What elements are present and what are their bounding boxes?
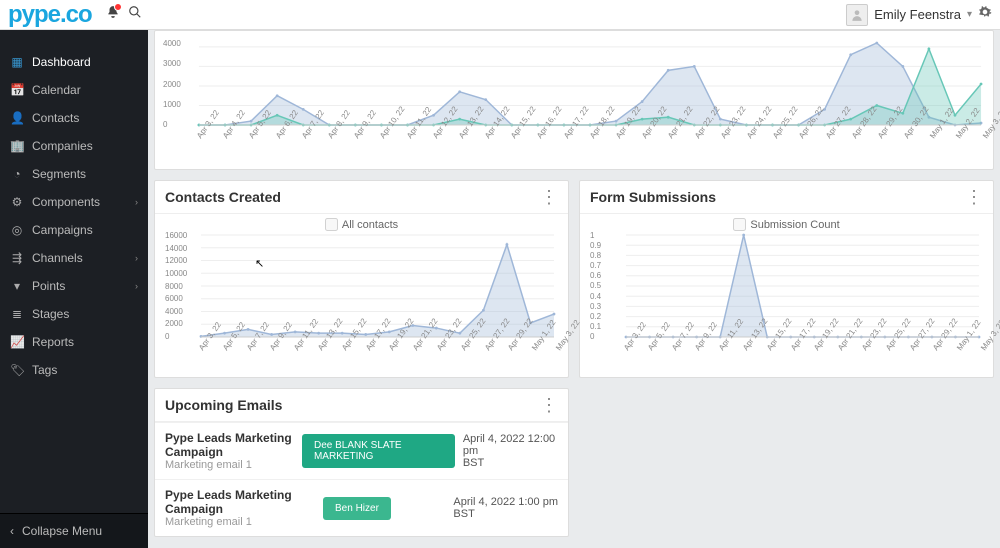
sidebar-item-label: Tags xyxy=(32,363,138,377)
sidebar-item-campaigns[interactable]: ◎ Campaigns xyxy=(0,216,148,244)
panel-title: Form Submissions xyxy=(590,189,965,205)
collapse-menu-label: Collapse Menu xyxy=(22,524,102,538)
sidebar-item-label: Dashboard xyxy=(32,55,138,69)
collapse-menu-button[interactable]: ‹ Collapse Menu xyxy=(0,513,148,548)
sidebar-item-contacts[interactable]: 👤 Contacts xyxy=(0,104,148,132)
chevron-right-icon: › xyxy=(135,197,138,207)
email-row[interactable]: Pype Leads Marketing Campaign Marketing … xyxy=(155,479,568,536)
sidebar-item-label: Contacts xyxy=(32,111,138,125)
user-menu-chevron-icon[interactable]: ▾ xyxy=(967,9,972,20)
sidebar-icon: 🏷 xyxy=(10,363,24,377)
sidebar-icon: ≣ xyxy=(10,307,24,321)
avatar[interactable] xyxy=(846,4,868,26)
recipient-badge[interactable]: Dee BLANK SLATE MARKETING xyxy=(302,434,455,468)
sidebar-item-label: Points xyxy=(32,279,127,293)
sidebar-item-label: Components xyxy=(32,195,127,209)
email-time: April 4, 2022 12:00 pmBST xyxy=(463,433,558,469)
chart-legend[interactable]: All contacts xyxy=(155,218,568,231)
notifications-icon[interactable] xyxy=(106,5,120,24)
sidebar-item-reports[interactable]: 📈 Reports xyxy=(0,328,148,356)
sidebar-icon: 📅 xyxy=(10,83,24,97)
sidebar-icon: ▾ xyxy=(10,279,24,293)
sidebar-icon: ▦ xyxy=(10,55,24,69)
sidebar-icon: 🏢 xyxy=(10,139,24,153)
brand-logo[interactable]: pype.co xyxy=(0,1,100,29)
sidebar-item-label: Campaigns xyxy=(32,223,138,237)
contacts-created-panel: Contacts Created ⋮ All contacts 16000140… xyxy=(154,180,569,378)
sidebar-item-label: Channels xyxy=(32,251,127,265)
sidebar-item-companies[interactable]: 🏢 Companies xyxy=(0,132,148,160)
notification-badge-icon xyxy=(114,3,122,11)
chevron-left-icon: ‹ xyxy=(10,524,14,538)
sidebar-icon: ◔ xyxy=(10,167,24,181)
recipient-badge[interactable]: Ben Hizer xyxy=(323,497,391,520)
sidebar-item-label: Segments xyxy=(32,167,138,181)
panel-menu-icon[interactable]: ⋮ xyxy=(540,193,558,201)
sidebar-item-components[interactable]: ⚙ Components › xyxy=(0,188,148,216)
sidebar-item-label: Stages xyxy=(32,307,138,321)
sidebar-icon: ⚙ xyxy=(10,195,24,209)
email-subject: Marketing email 1 xyxy=(165,516,315,528)
chart-legend[interactable]: Submission Count xyxy=(580,218,993,231)
form-submissions-panel: Form Submissions ⋮ Submission Count 10.9… xyxy=(579,180,994,378)
email-row[interactable]: Pype Leads Marketing Campaign Marketing … xyxy=(155,422,568,479)
sidebar-item-segments[interactable]: ◔ Segments xyxy=(0,160,148,188)
sidebar-item-label: Companies xyxy=(32,139,138,153)
sidebar-icon: ◎ xyxy=(10,223,24,237)
sidebar: ▦ Dashboard 📅 Calendar 👤 Contacts 🏢 Companies ◔ S… xyxy=(0,30,148,548)
search-icon[interactable] xyxy=(128,5,142,24)
chevron-right-icon: › xyxy=(135,253,138,263)
upcoming-emails-panel: Upcoming Emails ⋮ Pype Leads Marketing C… xyxy=(154,388,569,537)
overview-chart-panel: 40003000200010000 Apr 3, 22Apr 4, 22Apr … xyxy=(154,30,994,170)
panel-menu-icon[interactable]: ⋮ xyxy=(540,401,558,409)
user-name[interactable]: Emily Feenstra xyxy=(874,7,961,22)
sidebar-icon: 👤 xyxy=(10,111,24,125)
email-subject: Marketing email 1 xyxy=(165,459,294,471)
sidebar-icon: 📈 xyxy=(10,335,24,349)
chevron-right-icon: › xyxy=(135,281,138,291)
email-time: April 4, 2022 1:00 pmBST xyxy=(453,496,558,520)
sidebar-icon: ⇶ xyxy=(10,251,24,265)
sidebar-item-dashboard[interactable]: ▦ Dashboard xyxy=(0,48,148,76)
sidebar-item-calendar[interactable]: 📅 Calendar xyxy=(0,76,148,104)
sidebar-item-tags[interactable]: 🏷 Tags xyxy=(0,356,148,384)
sidebar-item-channels[interactable]: ⇶ Channels › xyxy=(0,244,148,272)
email-campaign-title: Pype Leads Marketing Campaign xyxy=(165,431,294,459)
panel-menu-icon[interactable]: ⋮ xyxy=(965,193,983,201)
sidebar-item-label: Reports xyxy=(32,335,138,349)
sidebar-item-label: Calendar xyxy=(32,83,138,97)
panel-title: Upcoming Emails xyxy=(165,397,540,413)
panel-title: Contacts Created xyxy=(165,189,540,205)
sidebar-item-points[interactable]: ▾ Points › xyxy=(0,272,148,300)
sidebar-item-stages[interactable]: ≣ Stages xyxy=(0,300,148,328)
gear-icon[interactable] xyxy=(978,5,992,24)
email-campaign-title: Pype Leads Marketing Campaign xyxy=(165,488,315,516)
